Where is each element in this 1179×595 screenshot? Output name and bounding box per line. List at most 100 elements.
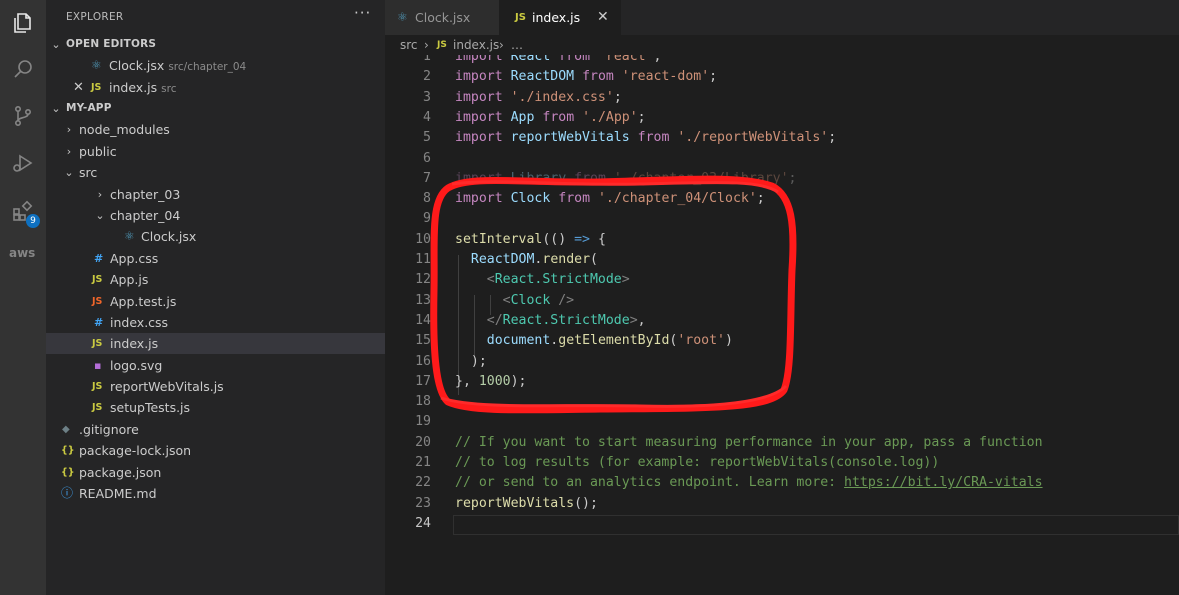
code-text: <Clock /> (502, 292, 575, 308)
code-line[interactable]: 24 (385, 514, 1179, 534)
open-editor-name: Clock.jsx (109, 58, 165, 73)
tree-folder[interactable]: › public (46, 141, 385, 162)
tree-file[interactable]: # index.css (46, 312, 385, 333)
line-number: 8 (423, 191, 431, 207)
chevron-right-icon: › (499, 38, 504, 52)
code-line[interactable]: 1 import React from 'react'; (385, 55, 1179, 67)
code-line[interactable]: 13 <Clock /> (385, 291, 1179, 311)
open-editor-path: src/chapter_04 (168, 61, 247, 73)
code-line[interactable]: 10 setInterval(() => { (385, 230, 1179, 250)
code-text: }, 1000); (455, 373, 527, 389)
chevron-right-icon: › (66, 123, 72, 136)
extensions-badge: 9 (26, 214, 40, 228)
tree-file[interactable]: ⓘ README.md (46, 483, 385, 504)
git-icon: ◆ (62, 424, 70, 435)
explorer-title: EXPLORER (66, 11, 124, 23)
extensions-icon[interactable]: 9 (10, 198, 40, 228)
source-control-icon[interactable] (10, 103, 36, 129)
tab-label: index.js (532, 10, 581, 25)
code-line[interactable]: 2 import ReactDOM from 'react-dom'; (385, 67, 1179, 87)
more-actions-button[interactable]: ··· (354, 4, 371, 22)
close-icon[interactable]: ✕ (73, 77, 84, 98)
code-line[interactable]: 5 import reportWebVitals from './reportWe… (385, 128, 1179, 148)
js-icon: JS (515, 12, 526, 23)
react-icon: ⚛ (91, 58, 102, 72)
tree-folder[interactable]: ⌄ src (46, 162, 385, 183)
run-debug-icon[interactable] (10, 150, 36, 176)
code-line[interactable]: 12 <React.StrictMode> (385, 270, 1179, 290)
line-number: 4 (423, 109, 431, 125)
code-line[interactable]: 9 (385, 209, 1179, 229)
code-text: // If you want to start measuring perfor… (455, 434, 1043, 450)
code-text: setInterval(() => { (455, 231, 606, 247)
code-line[interactable]: 16 ); (385, 352, 1179, 372)
breadcrumb-symbol[interactable]: … (511, 38, 523, 52)
tree-file[interactable]: ◆ .gitignore (46, 419, 385, 440)
code-editor[interactable]: 1 import React from 'react'; 2 import React… (385, 55, 1179, 595)
line-number: 24 (415, 515, 431, 531)
chevron-down-icon: ⌄ (51, 102, 61, 115)
chevron-right-icon: › (66, 145, 72, 158)
explorer-sidebar: EXPLORER ··· ⌄ OPEN EDITORS ⚛ Clock.jsx s… (46, 0, 385, 595)
code-line[interactable]: 22 // or send to an analytics endpoint. L… (385, 473, 1179, 493)
search-icon[interactable] (10, 56, 36, 82)
code-line[interactable]: 15 document.getElementById('root') (385, 331, 1179, 351)
tree-file[interactable]: {} package.json (46, 462, 385, 483)
js-icon: JS (91, 82, 102, 93)
js-icon: JS (437, 40, 447, 50)
chevron-down-icon: ⌄ (51, 38, 61, 51)
tree-file[interactable]: JS App.js (46, 269, 385, 290)
tree-file[interactable]: # App.css (46, 248, 385, 269)
tree-file[interactable]: JS App.test.js (46, 291, 385, 312)
code-text: import Library from './chapter_03/Librar… (455, 170, 797, 186)
open-editor-item[interactable]: ✕ JS index.js src (46, 77, 385, 98)
tree-file-selected[interactable]: JS index.js (46, 333, 385, 354)
tree-file[interactable]: ⚛ Clock.jsx (46, 226, 385, 247)
code-line[interactable]: 6 (385, 149, 1179, 169)
breadcrumb-src[interactable]: src (400, 38, 418, 52)
react-icon: ⚛ (397, 10, 408, 24)
aws-icon[interactable]: aws (9, 246, 35, 260)
tree-folder[interactable]: ⌄ chapter_04 (46, 205, 385, 226)
code-line[interactable]: 14 </React.StrictMode>, (385, 311, 1179, 331)
open-editors-header[interactable]: ⌄ OPEN EDITORS (46, 34, 385, 55)
css-icon: # (94, 316, 104, 329)
tree-folder[interactable]: › chapter_03 (46, 184, 385, 205)
code-line[interactable]: 23 reportWebVitals(); (385, 494, 1179, 514)
code-line[interactable]: 7 import Library from './chapter_03/Libra… (385, 169, 1179, 189)
code-line[interactable]: 4 import App from './App'; (385, 108, 1179, 128)
js-icon: JS (92, 381, 103, 392)
svg-icon: ▪ (94, 359, 102, 372)
code-line[interactable]: 21 // to log results (for example: report… (385, 453, 1179, 473)
line-number: 14 (415, 312, 431, 328)
explorer-icon[interactable] (10, 10, 36, 36)
code-text: </React.StrictMode>, (486, 312, 646, 328)
line-number: 10 (415, 231, 431, 247)
code-line[interactable]: 11 ReactDOM.render( (385, 250, 1179, 270)
close-icon[interactable]: ✕ (597, 0, 609, 35)
line-number: 6 (423, 150, 431, 166)
css-icon: # (94, 252, 104, 265)
code-text: // to log results (for example: reportWe… (455, 455, 940, 470)
code-line[interactable]: 19 (385, 412, 1179, 432)
tree-file[interactable]: {} package-lock.json (46, 440, 385, 461)
tree-folder[interactable]: › node_modules (46, 119, 385, 140)
tab-clock-jsx[interactable]: ⚛ Clock.jsx (385, 0, 499, 35)
open-editor-item[interactable]: ⚛ Clock.jsx src/chapter_04 (46, 55, 385, 76)
code-text: reportWebVitals(); (455, 495, 598, 511)
tab-bar: ⚛ Clock.jsx JS index.js ✕ (385, 0, 1179, 35)
code-line[interactable]: 20 // If you want to start measuring perf… (385, 433, 1179, 453)
breadcrumb: src › JS index.js › … (385, 35, 1179, 55)
tab-label: Clock.jsx (415, 10, 471, 25)
code-line[interactable]: 17}, 1000); (385, 372, 1179, 392)
tree-file[interactable]: JS reportWebVitals.js (46, 376, 385, 397)
tree-file[interactable]: ▪ logo.svg (46, 355, 385, 376)
tree-file[interactable]: JS setupTests.js (46, 397, 385, 418)
code-line[interactable]: 18 (385, 392, 1179, 412)
code-line[interactable]: 3 import './index.css'; (385, 88, 1179, 108)
chevron-down-icon: ⌄ (64, 166, 74, 179)
tab-index-js[interactable]: JS index.js ✕ (499, 0, 621, 35)
breadcrumb-file[interactable]: index.js (453, 38, 499, 52)
code-line[interactable]: 8 import Clock from './chapter_04/Clock'; (385, 189, 1179, 209)
project-header[interactable]: ⌄ MY-APP (46, 98, 385, 119)
